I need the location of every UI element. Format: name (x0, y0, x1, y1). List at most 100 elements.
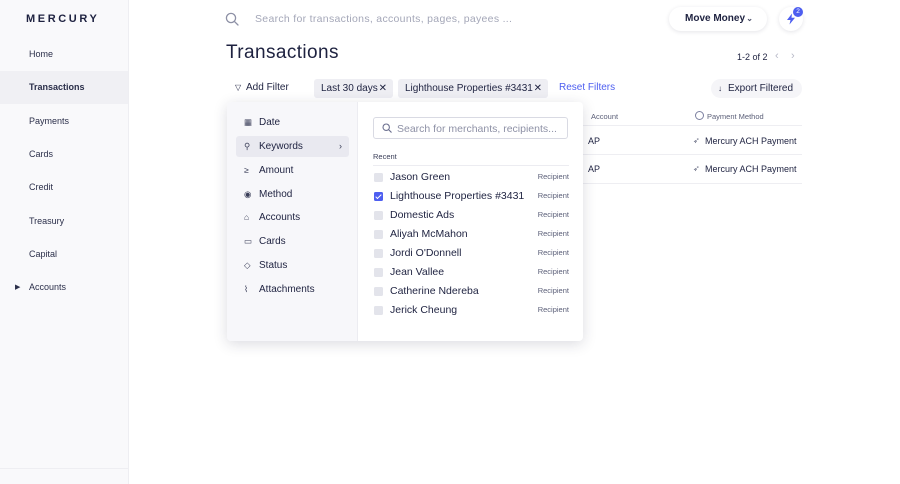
filter-menu-item-method[interactable]: ◉ Method (236, 184, 349, 205)
caret-right-icon[interactable]: ▶ (15, 271, 20, 304)
chevron-right-icon: › (339, 141, 342, 151)
search-icon (225, 12, 239, 26)
sidebar: MERCURY Home Transactions Payments Cards… (0, 0, 129, 484)
sidebar-item-accounts[interactable]: ▶ Accounts (0, 271, 128, 304)
sidebar-item-cards[interactable]: Cards (0, 138, 128, 171)
filter-chip-date[interactable]: Last 30 days ✕ (314, 79, 393, 98)
sidebar-item-credit[interactable]: Credit (0, 171, 128, 204)
recent-item-name: Aliyah McMahon (390, 228, 468, 240)
notification-badge: 2 (793, 7, 803, 17)
mercury-logo[interactable]: MERCURY (26, 13, 99, 25)
filter-menu-item-date[interactable]: ▦ Date (236, 112, 349, 133)
recent-item[interactable]: Jordi O'Donnell Recipient (373, 244, 569, 263)
filter-menu-item-accounts[interactable]: ⌂ Accounts (236, 207, 349, 228)
clock-icon (695, 111, 704, 120)
menu-item-label: Date (259, 117, 281, 128)
add-filter-button[interactable]: ▽ Add Filter (227, 78, 299, 98)
recent-item-name: Catherine Ndereba (390, 285, 479, 297)
reset-filters-link[interactable]: Reset Filters (559, 82, 615, 93)
keyword-search-input[interactable] (397, 121, 565, 136)
filter-menu-item-amount[interactable]: ≥ Amount (236, 160, 349, 181)
menu-item-label: Attachments (259, 284, 315, 295)
checkbox[interactable] (374, 287, 383, 296)
filter-menu-item-keywords[interactable]: ⚲ Keywords › (236, 136, 349, 157)
recent-item-type: Recipient (537, 229, 569, 238)
recent-divider (373, 165, 569, 166)
move-money-label: Move Money (685, 13, 746, 24)
filter-icon: ▽ (235, 83, 242, 92)
sidebar-item-capital[interactable]: Capital (0, 238, 128, 271)
menu-item-label: Status (259, 260, 288, 271)
sidebar-item-transactions[interactable]: Transactions (0, 71, 128, 104)
chip-label: Last 30 days (321, 83, 378, 94)
checkbox[interactable] (374, 306, 383, 315)
recent-item[interactable]: Jean Vallee Recipient (373, 263, 569, 282)
recent-item-type: Recipient (537, 286, 569, 295)
chevron-down-icon: ⌄ (746, 14, 753, 23)
recent-item-type: Recipient (537, 210, 569, 219)
method-icon: ◉ (244, 189, 252, 199)
recent-item[interactable]: Catherine Ndereba Recipient (373, 282, 569, 301)
filter-menu-item-attachments[interactable]: ⌇ Attachments (236, 279, 349, 300)
recent-item-name: Jordi O'Donnell (390, 247, 462, 259)
close-icon[interactable]: ✕ (534, 79, 542, 98)
pagination-text: 1-2 of 2 (737, 52, 768, 62)
recent-item[interactable]: Domestic Ads Recipient (373, 206, 569, 225)
recent-item-type: Recipient (537, 248, 569, 257)
recent-item-name: Jason Green (390, 171, 451, 183)
sidebar-divider (0, 468, 128, 469)
row-divider (583, 183, 802, 184)
keyword-search-field[interactable] (373, 117, 568, 139)
filter-type-menu: ▦ Date ⚲ Keywords › ≥ Amount ◉ Method ⌂ … (227, 102, 358, 341)
search-icon (382, 123, 392, 133)
cell-payment-method: Mercury ACH Payment (705, 136, 797, 146)
menu-item-label: Keywords (259, 141, 303, 152)
tag-icon: ◇ (244, 260, 251, 270)
checkbox[interactable] (374, 249, 383, 258)
checkbox[interactable] (374, 211, 383, 220)
recent-item-name: Domestic Ads (390, 209, 455, 221)
column-header-payment-method[interactable]: Payment Method (707, 112, 764, 121)
cell-payment-method: Mercury ACH Payment (705, 164, 797, 174)
global-search-input[interactable]: Search for transactions, accounts, pages… (255, 13, 512, 25)
recent-item[interactable]: Jerick Cheung Recipient (373, 301, 569, 320)
checkbox[interactable] (374, 230, 383, 239)
export-filtered-button[interactable]: ↓ Export Filtered (711, 79, 802, 98)
column-header-account[interactable]: Account (591, 112, 618, 121)
sidebar-item-payments[interactable]: Payments (0, 105, 128, 138)
checkbox[interactable] (374, 173, 383, 182)
menu-item-label: Amount (259, 165, 294, 176)
recent-item[interactable]: Jason Green Recipient (373, 168, 569, 187)
send-icon: ➶ (693, 136, 700, 145)
recent-item[interactable]: Lighthouse Properties #3431 Recipient (373, 187, 569, 206)
sidebar-item-home[interactable]: Home (0, 38, 128, 71)
filter-chip-keyword[interactable]: Lighthouse Properties #3431 ✕ (398, 79, 548, 98)
chevron-right-icon[interactable]: › (791, 50, 795, 62)
chevron-left-icon[interactable]: ‹ (775, 50, 779, 62)
cell-account: AP (588, 136, 601, 146)
move-money-button[interactable]: Move Money ⌄ (669, 7, 767, 31)
checkbox[interactable] (374, 268, 383, 277)
card-icon: ▭ (244, 236, 253, 246)
filter-menu-item-status[interactable]: ◇ Status (236, 255, 349, 276)
checkbox-checked[interactable] (374, 192, 383, 201)
recent-item-type: Recipient (537, 267, 569, 276)
recent-item[interactable]: Aliyah McMahon Recipient (373, 225, 569, 244)
recent-label: Recent (373, 152, 397, 161)
greater-equal-icon: ≥ (244, 165, 249, 175)
recent-item-name: Jerick Cheung (390, 304, 458, 316)
cell-account: AP (588, 164, 601, 174)
recent-item-type: Recipient (537, 191, 569, 200)
menu-item-label: Accounts (259, 212, 301, 223)
recent-item-type: Recipient (537, 305, 569, 314)
export-label: Export Filtered (728, 83, 794, 94)
search-icon: ⚲ (244, 141, 251, 151)
recent-item-name: Lighthouse Properties #3431 (390, 190, 525, 202)
row-divider (583, 154, 802, 155)
paperclip-icon: ⌇ (244, 284, 249, 294)
send-icon: ➶ (693, 164, 700, 173)
filter-menu-item-cards[interactable]: ▭ Cards (236, 231, 349, 252)
close-icon[interactable]: ✕ (379, 79, 387, 98)
bank-icon: ⌂ (244, 212, 250, 222)
sidebar-item-treasury[interactable]: Treasury (0, 205, 128, 238)
